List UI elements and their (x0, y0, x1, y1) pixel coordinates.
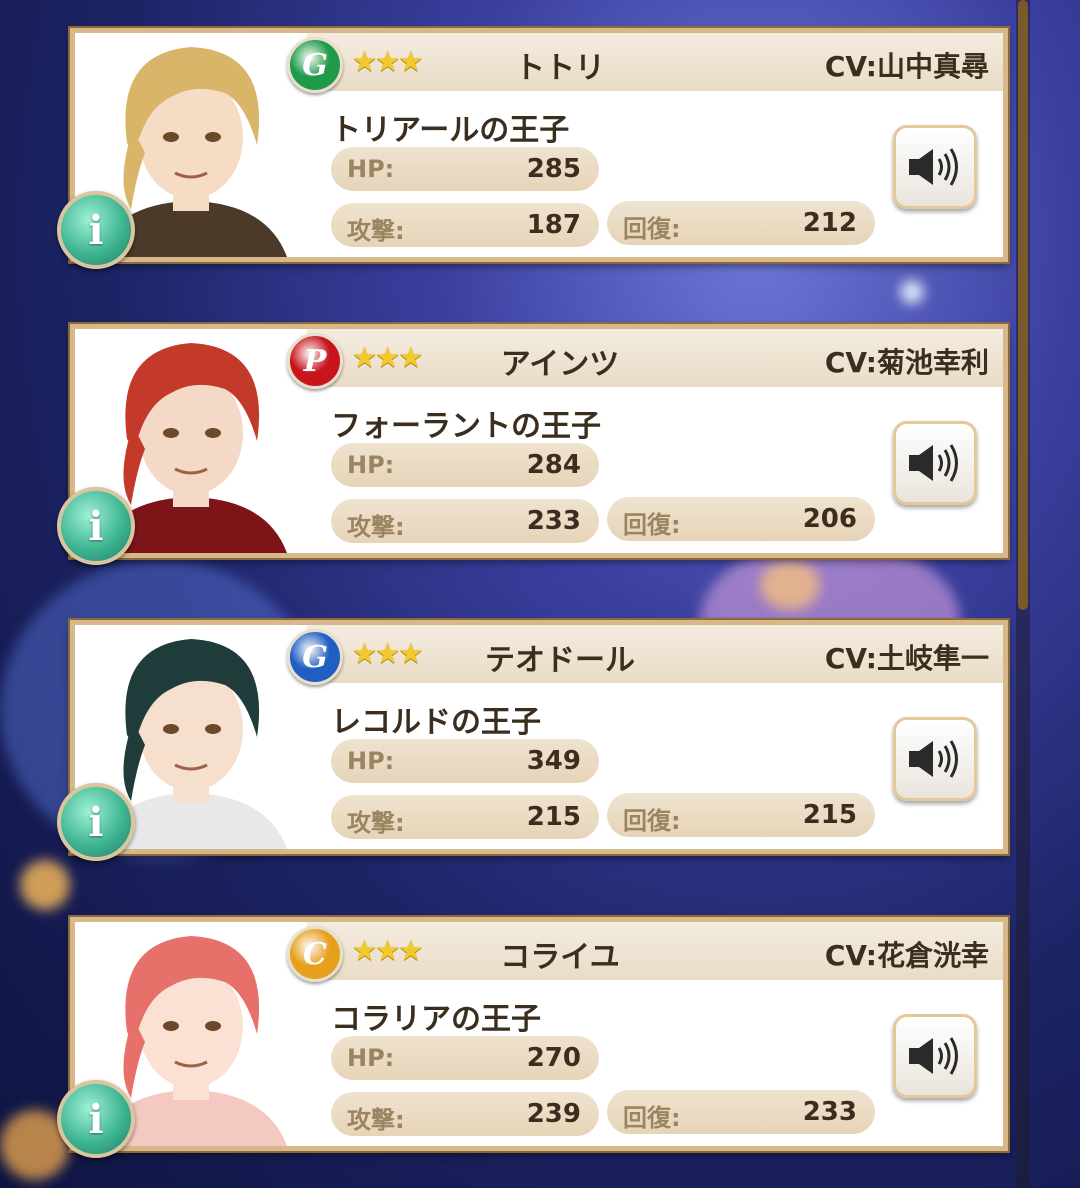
recovery-value: 233 (802, 1097, 857, 1127)
character-name: テオドール (485, 643, 635, 678)
rarity-stars: ★★★ (352, 934, 423, 967)
recovery-label: 回復: (623, 511, 681, 539)
character-title: コラリアの王子 (331, 1002, 541, 1037)
character-title: レコルドの王子 (331, 705, 541, 740)
hp-stat: HP: 349 (331, 739, 599, 783)
attack-label: 攻撃: (347, 1106, 405, 1134)
voice-play-button[interactable] (893, 421, 977, 505)
recovery-value: 215 (802, 800, 857, 830)
voice-actor-label: CV:土岐隼一 (824, 642, 989, 675)
attack-label: 攻撃: (347, 217, 405, 245)
element-badge: P (287, 333, 343, 389)
rarity-stars: ★★★ (352, 45, 423, 78)
character-name: アインツ (500, 347, 620, 382)
voice-actor-label: CV:山中真尋 (824, 50, 989, 83)
hp-label: HP: (347, 1044, 395, 1072)
background-lantern (20, 860, 70, 910)
rarity-stars: ★★★ (352, 341, 423, 374)
recovery-stat: 回復: 206 (607, 497, 875, 541)
hp-stat: HP: 270 (331, 1036, 599, 1080)
hp-value: 285 (526, 154, 581, 184)
attack-stat: 攻撃: 239 (331, 1092, 599, 1136)
recovery-stat: 回復: 233 (607, 1090, 875, 1134)
voice-actor-label: CV:花倉洸幸 (824, 939, 989, 972)
speaker-icon (909, 444, 958, 482)
voice-actor-label: CV:菊池幸利 (824, 346, 989, 379)
character-card[interactable]: G ★★★ トトリ CV:山中真尋 トリアールの王子 HP: 285 攻撃: 1… (57, 28, 1008, 269)
recovery-label: 回復: (623, 807, 681, 835)
speaker-icon (909, 1037, 958, 1075)
element-badge: C (287, 926, 343, 982)
info-button[interactable]: i (57, 1080, 135, 1158)
recovery-label: 回復: (623, 215, 681, 243)
hp-value: 270 (526, 1043, 581, 1073)
element-badge: G (287, 629, 343, 685)
speaker-icon (909, 740, 958, 778)
attack-value: 233 (526, 506, 581, 536)
speaker-icon (909, 148, 958, 186)
hp-label: HP: (347, 155, 395, 183)
hp-label: HP: (347, 451, 395, 479)
recovery-value: 212 (802, 208, 857, 238)
info-button[interactable]: i (57, 487, 135, 565)
hp-stat: HP: 285 (331, 147, 599, 191)
rarity-stars: ★★★ (352, 637, 423, 670)
attack-label: 攻撃: (347, 513, 405, 541)
character-name: コライユ (500, 940, 620, 975)
attack-label: 攻撃: (347, 809, 405, 837)
voice-play-button[interactable] (893, 717, 977, 801)
background-lantern (900, 280, 924, 304)
recovery-stat: 回復: 215 (607, 793, 875, 837)
voice-play-button[interactable] (893, 125, 977, 209)
attack-value: 239 (526, 1099, 581, 1129)
character-card[interactable]: G ★★★ テオドール CV:土岐隼一 レコルドの王子 HP: 349 攻撃: … (57, 620, 1008, 861)
hp-stat: HP: 284 (331, 443, 599, 487)
recovery-value: 206 (802, 504, 857, 534)
element-badge: G (287, 37, 343, 93)
recovery-stat: 回復: 212 (607, 201, 875, 245)
character-name: トトリ (515, 51, 605, 86)
hp-value: 284 (526, 450, 581, 480)
scrollbar-thumb[interactable] (1018, 0, 1028, 610)
info-button[interactable]: i (57, 783, 135, 861)
character-card[interactable]: P ★★★ アインツ CV:菊池幸利 フォーラントの王子 HP: 284 攻撃:… (57, 324, 1008, 565)
hp-value: 349 (526, 746, 581, 776)
hp-label: HP: (347, 747, 395, 775)
attack-stat: 攻撃: 187 (331, 203, 599, 247)
attack-stat: 攻撃: 215 (331, 795, 599, 839)
character-card[interactable]: C ★★★ コライユ CV:花倉洸幸 コラリアの王子 HP: 270 攻撃: 2… (57, 917, 1008, 1158)
attack-stat: 攻撃: 233 (331, 499, 599, 543)
voice-play-button[interactable] (893, 1014, 977, 1098)
background-lantern (760, 560, 820, 610)
character-title: フォーラントの王子 (331, 409, 601, 444)
info-button[interactable]: i (57, 191, 135, 269)
attack-value: 215 (526, 802, 581, 832)
character-title: トリアールの王子 (331, 113, 570, 148)
recovery-label: 回復: (623, 1104, 681, 1132)
attack-value: 187 (526, 210, 581, 240)
